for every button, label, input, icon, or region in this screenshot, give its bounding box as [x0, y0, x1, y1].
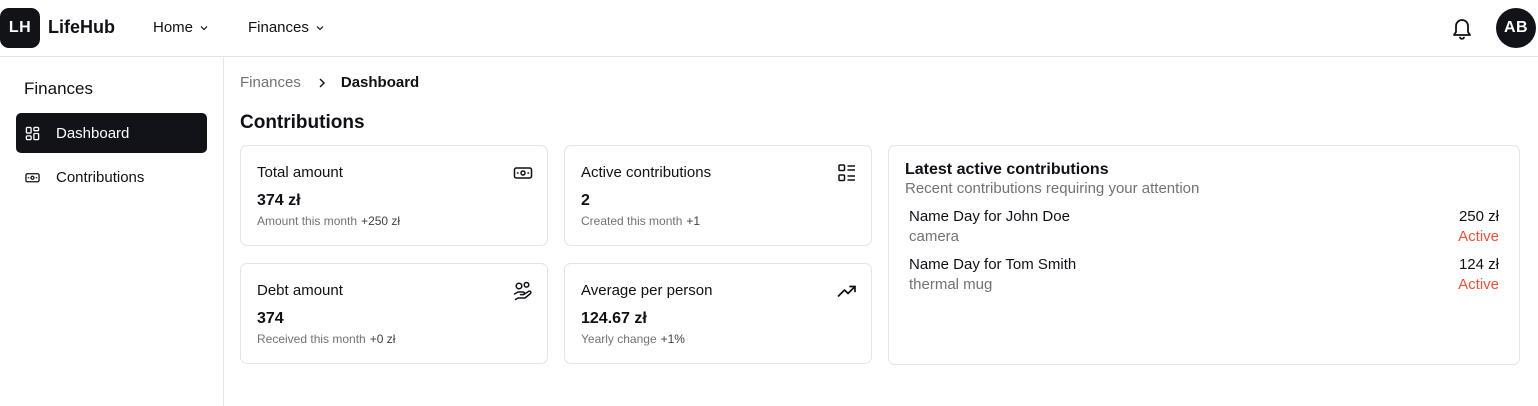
latest-contributions-subtitle: Recent contributions requiring your atte…: [905, 180, 1200, 197]
list-checks-icon: [838, 164, 855, 182]
nav-finances-menu[interactable]: Finances: [248, 19, 325, 36]
stat-delta: +250 zł: [361, 214, 401, 228]
stat-subtext: Amount this month +250 zł: [257, 214, 400, 228]
nav-finances-label: Finances: [248, 19, 309, 36]
stat-label: Debt amount: [257, 282, 343, 299]
banknote-icon: [25, 172, 40, 182]
stat-label: Total amount: [257, 164, 343, 181]
stat-value: 374: [257, 310, 284, 327]
chevron-down-icon: [316, 25, 324, 30]
stat-card-total-amount: Total amount 374 zł Amount this month +25…: [240, 145, 548, 246]
chevron-down-icon: [200, 25, 208, 30]
stat-label: Active contributions: [581, 164, 712, 181]
stat-card-active-contributions: Active contributions 2 Created this mont…: [564, 145, 872, 246]
contribution-status: Active: [1458, 228, 1499, 245]
page-title: Contributions: [240, 112, 365, 133]
sidebar-item-dashboard[interactable]: Dashboard: [16, 113, 207, 153]
breadcrumb-current: Dashboard: [340, 74, 420, 91]
latest-contributions-title: Latest active contributions: [905, 161, 1109, 178]
contribution-item: thermal mug: [909, 276, 993, 293]
stat-subtext: Created this month +1: [581, 214, 700, 228]
banknote-icon: [513, 167, 533, 179]
stat-card-debt-amount: Debt amount 374 Received this month +0 zł: [240, 263, 548, 364]
stat-card-average-per-person: Average per person 124.67 zł Yearly chan…: [564, 263, 872, 364]
nav-home-label: Home: [153, 19, 194, 36]
sidebar: Finances Dashboard Contributions: [0, 57, 224, 406]
user-avatar[interactable]: AB: [1496, 8, 1536, 48]
contribution-row[interactable]: Name Day for Tom Smith thermal mug 124 z…: [909, 256, 1499, 300]
stat-subtext: Yearly change +1%: [581, 332, 685, 346]
stat-label: Average per person: [581, 282, 713, 299]
contribution-status: Active: [1458, 276, 1499, 293]
contribution-name: Name Day for Tom Smith: [909, 256, 1077, 273]
stat-sub-label: Yearly change: [581, 332, 657, 346]
stat-delta: +1: [686, 214, 701, 228]
sidebar-item-contributions[interactable]: Contributions: [16, 157, 207, 197]
app-logo[interactable]: LH: [0, 8, 40, 48]
stat-value: 374 zł: [257, 192, 301, 209]
sidebar-item-label: Contributions: [56, 168, 145, 186]
sidebar-item-label: Dashboard: [56, 124, 130, 142]
breadcrumb-finances-link[interactable]: Finances: [240, 74, 301, 91]
contribution-row[interactable]: Name Day for John Doe camera 250 zł Acti…: [909, 208, 1499, 252]
stat-delta: +1%: [660, 332, 685, 346]
stat-sub-label: Received this month: [257, 332, 366, 346]
dashboard-grid-icon: [25, 126, 40, 140]
sidebar-title: Finances: [24, 79, 93, 98]
stat-sub-label: Created this month: [581, 214, 683, 228]
stat-subtext: Received this month +0 zł: [257, 332, 395, 346]
contribution-item: camera: [909, 228, 960, 245]
contribution-name: Name Day for John Doe: [909, 208, 1070, 225]
chevron-right-icon: [319, 78, 325, 87]
hand-coins-icon: [513, 281, 532, 301]
trending-up-icon: [837, 285, 856, 297]
app-name[interactable]: LifeHub: [48, 17, 115, 38]
nav-home-menu[interactable]: Home: [153, 19, 209, 36]
bell-icon[interactable]: [1450, 15, 1474, 41]
top-bar: LH LifeHub Home Finances AB: [0, 0, 1538, 57]
latest-contributions-card: Latest active contributions Recent contr…: [888, 145, 1520, 365]
breadcrumb: Finances Dashboard: [240, 74, 419, 91]
stat-sub-label: Amount this month: [257, 214, 358, 228]
stat-value: 124.67 zł: [581, 310, 647, 327]
contribution-amount: 124 zł: [1458, 256, 1499, 273]
stat-delta: +0 zł: [369, 332, 396, 346]
stat-value: 2: [581, 192, 590, 209]
contribution-amount: 250 zł: [1458, 208, 1499, 225]
